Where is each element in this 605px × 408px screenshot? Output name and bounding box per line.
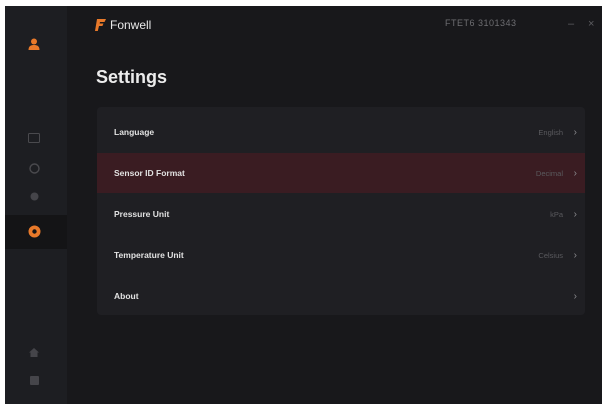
chevron-right-icon: ›	[573, 126, 577, 138]
settings-row-label: Pressure Unit	[114, 209, 170, 219]
app-window: Fonwell FTET6 3101343 – × Settings Langu…	[5, 6, 602, 404]
device-info: FTET6 3101343	[445, 18, 517, 28]
exit-icon[interactable]	[26, 372, 42, 388]
settings-row-value: English	[538, 127, 563, 137]
brand-logo: Fonwell	[95, 17, 151, 33]
home-icon[interactable]	[26, 344, 42, 360]
user-icon[interactable]	[26, 36, 42, 52]
settings-row-temperature-unit[interactable]: Temperature Unit Celsius ›	[97, 235, 585, 275]
close-button[interactable]: ×	[588, 18, 594, 30]
settings-row-language[interactable]: Language English ›	[97, 112, 585, 152]
page-title: Settings	[96, 67, 168, 87]
settings-row-label: About	[114, 291, 139, 301]
chevron-right-icon: ›	[573, 290, 577, 302]
chevron-right-icon: ›	[573, 208, 577, 220]
chevron-right-icon: ›	[573, 167, 577, 179]
chevron-right-icon: ›	[573, 249, 577, 261]
brand-logo-icon	[95, 19, 106, 31]
settings-row-value: Decimal	[535, 168, 563, 178]
settings-list: Language English › Sensor ID Format Deci…	[97, 107, 585, 315]
settings-row-label: Language	[114, 127, 155, 137]
device-icon[interactable]	[26, 130, 42, 146]
tool-icon[interactable]	[26, 188, 42, 204]
settings-row-sensor-id-format[interactable]: Sensor ID Format Decimal ›	[97, 153, 585, 193]
settings-row-pressure-unit[interactable]: Pressure Unit kPa ›	[97, 194, 585, 234]
sidebar	[5, 6, 67, 404]
settings-row-value: kPa	[550, 209, 563, 219]
settings-row-label: Temperature Unit	[114, 250, 184, 260]
settings-row-label: Sensor ID Format	[114, 168, 185, 178]
minimize-button[interactable]: –	[568, 18, 574, 30]
settings-row-about[interactable]: About ›	[97, 276, 585, 315]
settings-icon[interactable]	[26, 223, 42, 239]
tire-icon[interactable]	[26, 160, 42, 176]
settings-row-value: Celsius	[538, 250, 563, 260]
brand-name: Fonwell	[110, 18, 152, 32]
